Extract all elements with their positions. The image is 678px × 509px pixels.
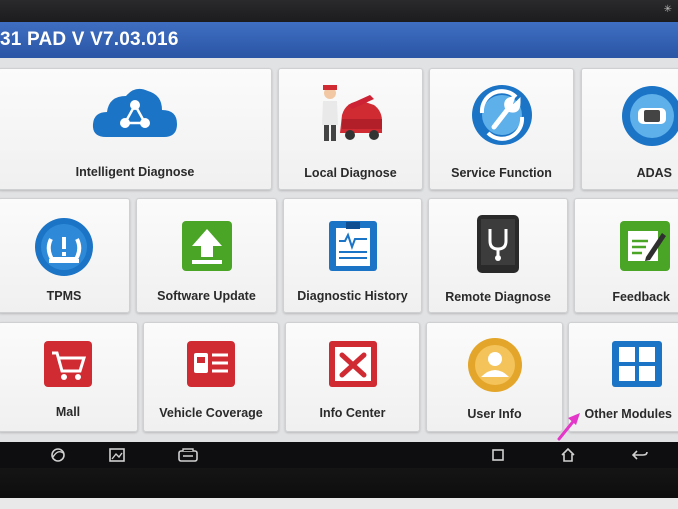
tile-info-center[interactable]: Info Center (285, 322, 420, 432)
tile-label: Diagnostic History (297, 289, 408, 303)
upload-arrow-icon (181, 221, 232, 271)
tile-label: Other Modules (584, 407, 672, 421)
tile-adas[interactable]: ADAS (581, 68, 678, 190)
clipboard-chart-icon (328, 221, 377, 271)
browser-icon[interactable] (48, 446, 68, 464)
stethoscope-tablet-icon (477, 215, 519, 273)
tile-label: User Info (467, 407, 522, 421)
tile-label: ADAS (636, 166, 672, 180)
shopping-cart-icon (44, 341, 92, 387)
recent-apps-icon[interactable] (488, 446, 508, 464)
car-sensor-icon (622, 86, 678, 146)
mechanic-car-icon (321, 85, 382, 141)
tile-label: Feedback (612, 290, 670, 304)
vehicle-list-icon (187, 341, 235, 387)
tile-intelligent-diagnose[interactable]: Intelligent Diagnose (0, 68, 272, 190)
tile-label: Info Center (319, 406, 386, 420)
tile-grid: Intelligent Diagnose Local Diagnose Serv… (0, 58, 678, 442)
pointer-arrow-icon (557, 413, 580, 441)
android-nav-bar (0, 442, 678, 468)
title-bar: 31 PAD V V7.03.016 (0, 22, 678, 58)
cloud-network-icon (92, 88, 177, 137)
tile-label: TPMS (46, 289, 82, 303)
home-icon[interactable] (558, 446, 578, 464)
tools-book-icon (328, 341, 377, 387)
app-screen: 31 PAD V V7.03.016 Intelligent Diagnose (0, 22, 678, 442)
user-avatar-icon (467, 338, 522, 392)
tile-local-diagnose[interactable]: Local Diagnose (278, 68, 423, 190)
tile-feedback[interactable]: Feedback (574, 198, 678, 313)
device-bezel-top: ✳ (0, 0, 678, 22)
grid-modules-icon (612, 341, 662, 387)
tile-other-modules[interactable]: Other Modules (568, 322, 678, 432)
tile-service-function[interactable]: Service Function (429, 68, 574, 190)
vci-icon[interactable] (178, 446, 198, 464)
tile-software-update[interactable]: Software Update (136, 198, 277, 313)
wrench-circle-icon (471, 85, 532, 145)
gallery-icon[interactable] (107, 446, 127, 464)
tile-label: Intelligent Diagnose (75, 165, 195, 179)
tile-label: Service Function (451, 166, 552, 180)
app-title: 31 PAD V V7.03.016 (0, 29, 179, 50)
bluetooth-icon: ✳ (663, 4, 672, 15)
tile-tpms[interactable]: TPMS (0, 198, 130, 313)
tile-vehicle-coverage[interactable]: Vehicle Coverage (143, 322, 279, 432)
tile-label: Local Diagnose (304, 166, 397, 180)
tire-pressure-icon (35, 218, 93, 276)
tile-label: Mall (55, 405, 81, 419)
tile-user-info[interactable]: User Info (426, 322, 563, 432)
tile-label: Software Update (157, 289, 256, 303)
tile-label: Vehicle Coverage (159, 406, 263, 420)
tile-mall[interactable]: Mall (0, 322, 138, 432)
tile-label: Remote Diagnose (445, 290, 551, 304)
edit-note-icon (620, 221, 670, 271)
back-icon[interactable] (630, 446, 650, 464)
tile-remote-diagnose[interactable]: Remote Diagnose (428, 198, 568, 313)
device-edge (0, 498, 678, 509)
tile-diagnostic-history[interactable]: Diagnostic History (283, 198, 422, 313)
